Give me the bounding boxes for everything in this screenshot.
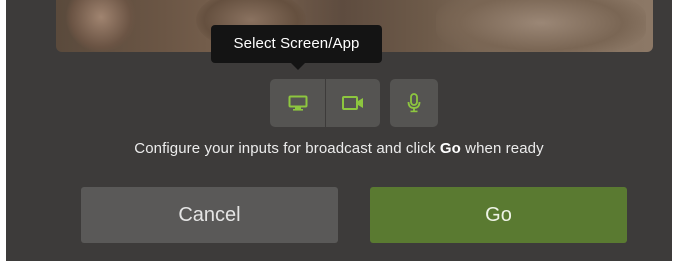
select-screen-tooltip: Select Screen/App [211, 25, 382, 70]
go-button[interactable]: Go [370, 187, 627, 243]
instruction-text: Configure your inputs for broadcast and … [6, 140, 672, 157]
cancel-button[interactable]: Cancel [81, 187, 338, 243]
camera-button[interactable] [325, 79, 380, 127]
instruction-go-emphasis: Go [439, 140, 461, 157]
microphone-icon [407, 93, 421, 113]
video-camera-icon [342, 96, 363, 110]
instruction-prefix: Configure your inputs for broadcast and … [134, 140, 440, 157]
monitor-icon [288, 95, 307, 111]
instruction-suffix: when ready [460, 140, 544, 157]
input-source-group [270, 79, 380, 127]
microphone-button[interactable] [390, 79, 438, 127]
broadcast-setup-panel: Select Screen/App Configure your inputs … [6, 0, 672, 261]
screen-share-button[interactable] [270, 79, 325, 127]
